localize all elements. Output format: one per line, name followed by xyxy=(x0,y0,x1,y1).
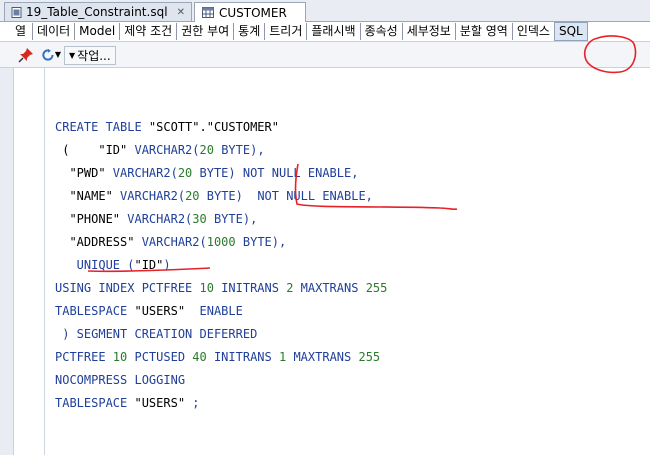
code-token: INITRANS xyxy=(206,350,279,364)
code-line: UNIQUE ("ID") xyxy=(55,254,387,277)
code-token: TABLESPACE xyxy=(55,396,135,410)
code-token: 255 xyxy=(365,281,388,295)
code-line: ( "ID" VARCHAR2(20 BYTE), xyxy=(55,139,387,162)
pin-icon xyxy=(18,47,33,63)
subtab-1[interactable]: 데이터 xyxy=(32,23,74,40)
close-icon[interactable]: ✕ xyxy=(177,7,185,18)
code-token: ENABLE xyxy=(185,304,243,318)
subtab-6[interactable]: 트리거 xyxy=(264,23,306,40)
chevron-down-icon: ▼ xyxy=(69,51,76,60)
tab-customer[interactable]: CUSTOMER xyxy=(194,2,306,22)
code-token: "PHONE" xyxy=(55,212,128,226)
object-subtab-bar: 열 데이터 Model 제약 조건 권한 부여 통계 트리거 플래시백 종속성 세부정보 분할 영역… xyxy=(0,22,650,42)
code-token: BYTE), xyxy=(213,143,265,157)
code-token: 1000 xyxy=(206,235,236,249)
code-token: MAXTRANS xyxy=(293,281,366,295)
code-token: BYTE) NOT NULL ENABLE, xyxy=(192,166,359,180)
code-token: 20 xyxy=(185,189,200,203)
subtab-9[interactable]: 세부정보 xyxy=(401,23,455,40)
code-token: ) SEGMENT CREATION DEFERRED xyxy=(55,327,258,341)
code-token: 10 xyxy=(112,350,128,364)
tab-label: 19_Table_Constraint.sql xyxy=(26,5,168,19)
code-line: "PWD" VARCHAR2(20 BYTE) NOT NULL ENABLE, xyxy=(55,162,387,185)
left-panel-edge xyxy=(0,68,14,455)
subtab-7[interactable]: 플래시백 xyxy=(306,23,359,40)
code-token: VARCHAR2( xyxy=(127,212,193,226)
subtab-8[interactable]: 종속성 xyxy=(359,23,402,40)
code-token: TABLESPACE xyxy=(55,304,135,318)
subtab-5[interactable]: 통계 xyxy=(233,23,264,40)
code-line: "PHONE" VARCHAR2(30 BYTE), xyxy=(55,208,387,231)
code-token: INITRANS xyxy=(213,281,287,295)
code-token: "USERS" xyxy=(134,304,186,318)
code-token: ( "ID" xyxy=(55,143,135,157)
subtab-4[interactable]: 권한 부여 xyxy=(176,23,233,40)
code-token: 255 xyxy=(358,350,381,364)
sql-code: CREATE TABLE "SCOTT"."CUSTOMER" ( "ID" V… xyxy=(55,116,387,415)
code-line: NOCOMPRESS LOGGING xyxy=(55,369,387,392)
code-token: VARCHAR2( xyxy=(141,235,207,249)
code-token: BYTE) NOT NULL ENABLE, xyxy=(199,189,373,203)
code-token: ) xyxy=(163,258,171,272)
sql-file-icon xyxy=(11,6,22,18)
code-token: 20 xyxy=(177,166,193,180)
subtab-10[interactable]: 분할 영역 xyxy=(454,23,512,40)
subtab-0[interactable]: 열 xyxy=(0,23,32,40)
editor-tab-strip: 19_Table_Constraint.sql ✕ CUSTOMER xyxy=(0,0,650,22)
code-token: VARCHAR2( xyxy=(120,189,186,203)
code-token: UNIQUE ( xyxy=(55,258,135,272)
code-token: 20 xyxy=(199,143,214,157)
code-line: "ADDRESS" VARCHAR2(1000 BYTE), xyxy=(55,231,387,254)
refresh-icon xyxy=(42,48,54,61)
subtab-3[interactable]: 제약 조건 xyxy=(119,23,176,40)
table-icon xyxy=(202,7,214,18)
subtab-11[interactable]: 인덱스 xyxy=(511,23,554,40)
subtab-2[interactable]: Model xyxy=(74,23,119,40)
chevron-down-icon[interactable]: ▼ xyxy=(55,50,61,59)
code-line: "NAME" VARCHAR2(20 BYTE) NOT NULL ENABLE… xyxy=(55,185,387,208)
code-token: "ID" xyxy=(134,258,164,272)
refresh-button[interactable]: ▼ xyxy=(41,45,61,64)
code-token: "NAME" xyxy=(55,189,121,203)
actions-menu-button[interactable]: ▼ 작업... xyxy=(64,46,116,65)
actions-label: 작업... xyxy=(77,49,111,63)
code-token: PCTUSED xyxy=(127,350,193,364)
code-token: USING INDEX PCTFREE xyxy=(55,281,200,295)
code-token: "PWD" xyxy=(55,166,113,180)
sql-editor[interactable]: CREATE TABLE "SCOTT"."CUSTOMER" ( "ID" V… xyxy=(45,68,650,455)
code-line: TABLESPACE "USERS" ENABLE xyxy=(55,300,387,323)
code-token: "ADDRESS" xyxy=(55,235,142,249)
code-token: "SCOTT"."CUSTOMER" xyxy=(148,120,279,134)
pin-button[interactable] xyxy=(18,45,36,64)
code-token: ; xyxy=(185,396,200,410)
code-token: CREATE TABLE xyxy=(55,120,149,134)
line-gutter xyxy=(14,68,45,455)
code-token: BYTE), xyxy=(206,212,258,226)
code-line: TABLESPACE "USERS" ; xyxy=(55,392,387,415)
code-token: PCTFREE xyxy=(55,350,113,364)
code-line: PCTFREE 10 PCTUSED 40 INITRANS 1 MAXTRAN… xyxy=(55,346,387,369)
code-token: BYTE), xyxy=(235,235,287,249)
subtab-12[interactable]: SQL xyxy=(553,22,588,41)
toolbar: ▼ ▼ 작업... xyxy=(0,42,650,68)
tab-label: CUSTOMER xyxy=(219,5,287,20)
code-line: ) SEGMENT CREATION DEFERRED xyxy=(55,323,387,346)
tab-sql-file[interactable]: 19_Table_Constraint.sql ✕ xyxy=(4,2,192,21)
code-token: 40 xyxy=(192,350,207,364)
code-token: VARCHAR2( xyxy=(134,143,200,157)
code-token: NOCOMPRESS LOGGING xyxy=(55,373,186,387)
code-token: "USERS" xyxy=(134,396,186,410)
code-token: MAXTRANS xyxy=(286,350,359,364)
code-line: USING INDEX PCTFREE 10 INITRANS 2 MAXTRA… xyxy=(55,277,387,300)
code-line: CREATE TABLE "SCOTT"."CUSTOMER" xyxy=(55,116,387,139)
code-token: 10 xyxy=(199,281,214,295)
code-token: 30 xyxy=(192,212,207,226)
code-token: VARCHAR2( xyxy=(112,166,178,180)
